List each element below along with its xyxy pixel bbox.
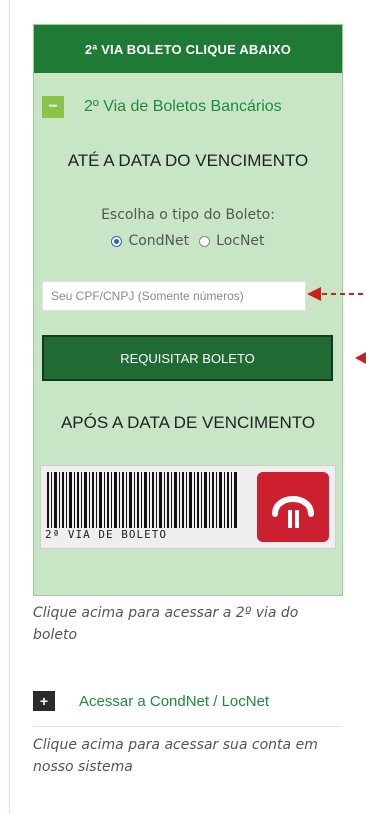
accordion-condnet[interactable]: + Acessar a CondNet / LocNet (33, 691, 269, 711)
radio-condnet[interactable] (111, 235, 123, 247)
boleto-header[interactable]: 2ª VIA BOLETO CLIQUE ABAIXO (34, 25, 342, 73)
boleto-widget: 2ª VIA BOLETO CLIQUE ABAIXO − 2º Via de … (33, 24, 343, 596)
accordion-divider (33, 726, 342, 727)
bank-logo-icon (257, 472, 329, 542)
cpf-input[interactable]: Seu CPF/CNPJ (Somente números) (42, 281, 306, 311)
accordion-boletos-label[interactable]: 2º Via de Boletos Bancários (84, 98, 282, 116)
radio-locnet[interactable] (199, 235, 211, 247)
boleto-caption: Clique acima para acessar a 2º via do bo… (33, 605, 299, 643)
requisitar-boleto-button[interactable]: REQUISITAR BOLETO (42, 335, 333, 381)
tipo-boleto-label: Escolha o tipo do Boleto: (101, 207, 275, 223)
left-border-line (9, 0, 10, 814)
minus-icon[interactable]: − (42, 96, 64, 118)
arrow-left-icon-2 (355, 352, 366, 364)
tipo-boleto-radio-group: CondNet LocNet (34, 233, 342, 249)
conta-caption: Clique acima para acessar sua conta em n… (33, 737, 318, 775)
barcode-caption: 2ª VIA DE BOLETO (45, 528, 231, 542)
ate-vencimento-heading: ATÉ A DATA DO VENCIMENTO (67, 151, 309, 170)
accordion-boletos[interactable]: − 2º Via de Boletos Bancários (42, 95, 282, 119)
radio-condnet-label[interactable]: CondNet (128, 233, 189, 249)
plus-icon[interactable]: + (33, 691, 55, 711)
accordion-condnet-label[interactable]: Acessar a CondNet / LocNet (79, 693, 269, 710)
apos-vencimento-heading: APÓS A DATA DE VENCIMENTO (60, 413, 316, 432)
radio-locnet-label[interactable]: LocNet (216, 233, 264, 249)
barcode-icon (47, 472, 237, 528)
boleto-barcode-banner[interactable]: 2ª VIA DE BOLETO (40, 465, 336, 549)
